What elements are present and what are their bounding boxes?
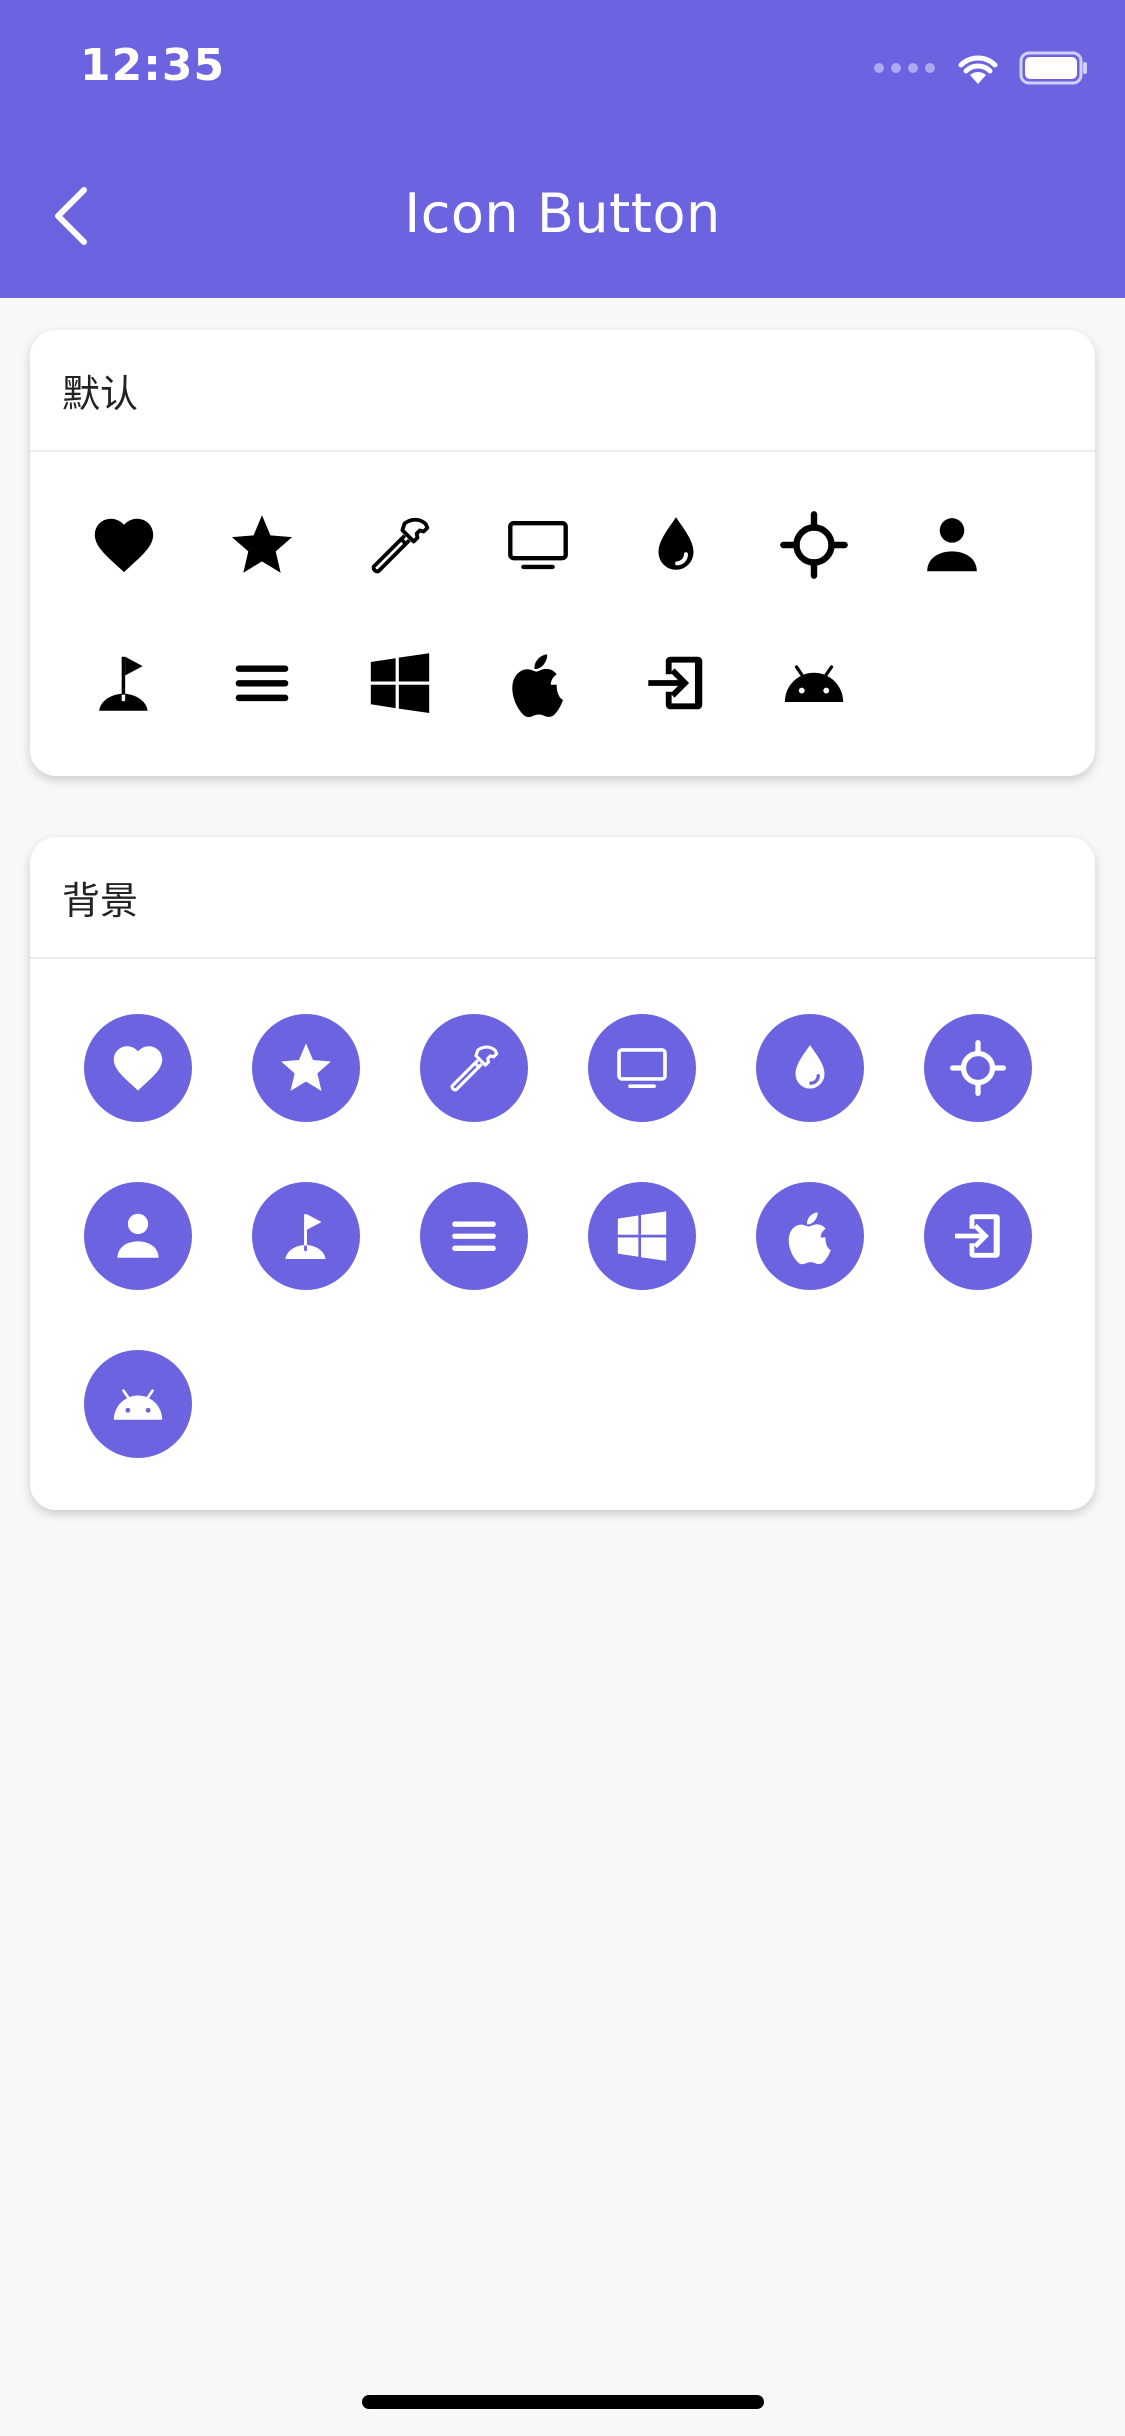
apple-icon	[512, 654, 564, 718]
golf-flag-icon-button[interactable]	[69, 628, 179, 738]
person-icon-button[interactable]	[897, 490, 1007, 600]
crosshair-icon-button[interactable]	[924, 1014, 1032, 1122]
heart-icon	[94, 518, 154, 573]
android-icon	[113, 1389, 163, 1420]
hammer-icon-button[interactable]	[345, 490, 455, 600]
star-icon-button[interactable]	[207, 490, 317, 600]
golf-flag-icon	[285, 1214, 326, 1259]
windows-icon-button[interactable]	[588, 1182, 696, 1290]
star-icon	[281, 1043, 331, 1091]
person-icon	[927, 518, 977, 572]
water-drop-icon-button[interactable]	[621, 490, 731, 600]
login-icon	[648, 656, 703, 710]
login-icon-button[interactable]	[621, 628, 731, 738]
status-time: 12:35	[80, 40, 226, 91]
hammer-icon-button[interactable]	[420, 1014, 528, 1122]
home-indicator	[362, 2395, 764, 2409]
windows-icon	[370, 653, 430, 714]
water-drop-icon	[658, 517, 694, 570]
crosshair-icon-button[interactable]	[759, 490, 869, 600]
app-bar: 12:35 Icon Button	[0, 0, 1125, 298]
monitor-icon-button[interactable]	[588, 1014, 696, 1122]
water-drop-icon	[795, 1045, 825, 1089]
signal-icon	[874, 63, 935, 73]
wifi-icon	[958, 55, 998, 84]
golf-flag-icon	[99, 656, 148, 711]
heart-icon-button[interactable]	[84, 1014, 192, 1122]
windows-icon	[617, 1211, 667, 1261]
monitor-icon-button[interactable]	[483, 490, 593, 600]
android-icon-button[interactable]	[84, 1350, 192, 1458]
apple-icon-button[interactable]	[483, 628, 593, 738]
star-icon-button[interactable]	[252, 1014, 360, 1122]
apple-icon-button[interactable]	[756, 1182, 864, 1290]
golf-flag-icon-button[interactable]	[252, 1182, 360, 1290]
android-icon-button[interactable]	[759, 628, 869, 738]
hammer-icon	[450, 1045, 499, 1092]
login-icon	[955, 1214, 1000, 1258]
login-icon-button[interactable]	[924, 1182, 1032, 1290]
android-icon	[784, 665, 844, 702]
menu-icon	[235, 665, 289, 702]
water-drop-icon-button[interactable]	[756, 1014, 864, 1122]
page-title: Icon Button	[404, 182, 721, 245]
crosshair-icon	[780, 511, 848, 579]
status-icons	[874, 48, 1089, 88]
card-title: 默认	[30, 330, 1095, 452]
default-icons-card: 默认	[30, 330, 1095, 776]
menu-icon-button[interactable]	[207, 628, 317, 738]
person-icon	[117, 1213, 159, 1258]
apple-icon	[788, 1212, 831, 1265]
battery-icon	[1019, 51, 1087, 85]
windows-icon-button[interactable]	[345, 628, 455, 738]
crosshair-icon	[949, 1039, 1007, 1097]
monitor-icon	[508, 520, 568, 570]
card-title: 背景	[30, 837, 1095, 959]
monitor-icon	[617, 1048, 667, 1088]
person-icon-button[interactable]	[84, 1182, 192, 1290]
star-icon	[231, 515, 293, 573]
menu-icon-button[interactable]	[420, 1182, 528, 1290]
heart-icon	[113, 1046, 163, 1091]
hammer-icon	[371, 517, 430, 574]
heart-icon-button[interactable]	[69, 490, 179, 600]
menu-icon	[452, 1221, 496, 1251]
background-icons-card: 背景	[30, 837, 1095, 1510]
